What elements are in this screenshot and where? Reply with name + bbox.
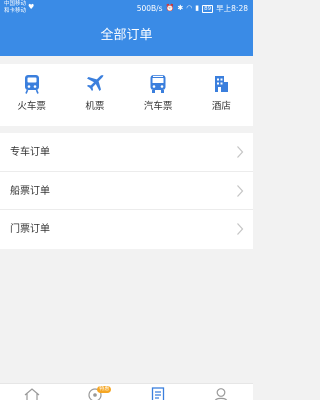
- plane-icon: [84, 73, 106, 95]
- category-grid: 火车票 机票 汽车票 酒店: [0, 64, 253, 126]
- profile-icon: [215, 388, 228, 400]
- tab-discover[interactable]: 特惠: [63, 384, 126, 400]
- tab-orders[interactable]: [127, 384, 190, 400]
- signal-icon: ▮: [195, 4, 200, 12]
- order-row-ferry[interactable]: 船票订单: [0, 172, 253, 210]
- orders-icon: [151, 387, 165, 400]
- battery-icon: 89: [202, 4, 214, 13]
- bus-icon: [147, 73, 169, 95]
- page-title: 全部订单: [100, 28, 153, 43]
- bluetooth-icon: ✱: [177, 4, 184, 12]
- category-train[interactable]: 火车票: [0, 64, 63, 126]
- network-speed: 500B/s: [136, 3, 163, 13]
- category-plane[interactable]: 机票: [63, 64, 126, 126]
- order-label: 船票订单: [10, 185, 50, 197]
- status-right: 500B/s ⏰ ✱ ◠ ▮ 89 早上8:28: [137, 4, 248, 13]
- wifi-icon: ◠: [186, 4, 193, 12]
- order-list: 专车订单 船票订单 门票订单: [0, 133, 253, 249]
- promo-badge: 特惠: [97, 386, 112, 393]
- clock: 早上8:28: [216, 3, 248, 13]
- header-bar: 中国移动 和卡移动 ♥ 500B/s ⏰ ✱ ◠ ▮ 89 早上8:28 全部订…: [0, 0, 253, 56]
- carrier-label: 中国移动 和卡移动: [4, 1, 27, 14]
- category-label: 酒店: [211, 101, 231, 112]
- category-label: 机票: [85, 101, 105, 112]
- home-icon: [24, 388, 40, 400]
- order-row-car[interactable]: 专车订单: [0, 133, 253, 172]
- order-label: 门票订单: [10, 224, 50, 235]
- tab-home[interactable]: [0, 384, 63, 400]
- category-hotel[interactable]: 酒店: [190, 64, 253, 126]
- bottom-tab-bar: 特惠: [0, 383, 253, 400]
- category-bus[interactable]: 汽车票: [127, 64, 190, 126]
- screen: 中国移动 和卡移动 ♥ 500B/s ⏰ ✱ ◠ ▮ 89 早上8:28 全部订…: [0, 0, 253, 400]
- hotel-icon: [210, 73, 232, 95]
- category-label: 火车票: [17, 101, 46, 112]
- train-icon: [21, 73, 43, 95]
- chevron-right-icon: [237, 146, 244, 158]
- order-row-tickets[interactable]: 门票订单: [0, 210, 253, 249]
- status-bar: 中国移动 和卡移动 ♥ 500B/s ⏰ ✱ ◠ ▮ 89 早上8:28: [0, 0, 253, 17]
- tab-profile[interactable]: [190, 384, 253, 400]
- category-label: 汽车票: [143, 101, 173, 112]
- heart-icon: ♥: [28, 3, 35, 11]
- chevron-right-icon: [237, 184, 244, 197]
- chevron-right-icon: [237, 223, 244, 235]
- order-label: 专车订单: [10, 147, 50, 158]
- alarm-icon: ⏰: [165, 4, 175, 12]
